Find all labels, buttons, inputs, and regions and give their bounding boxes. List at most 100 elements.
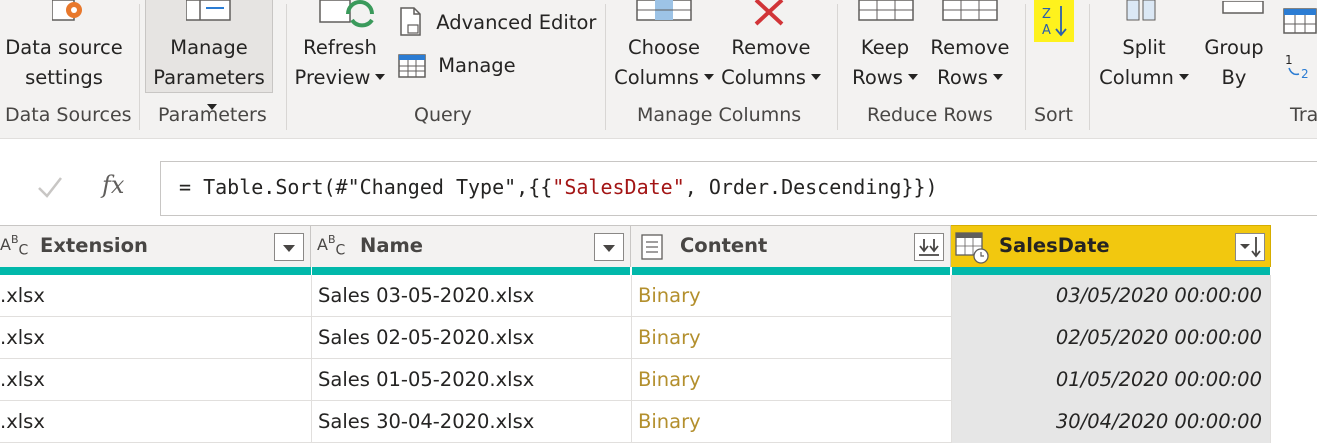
sort-descending-icon[interactable]: Z A [1034, 0, 1074, 42]
remove-rows-label-2-row: Rows [926, 63, 1014, 93]
cell-content[interactable]: Binary [632, 275, 952, 317]
column-expand-button[interactable] [914, 233, 944, 261]
use-first-row-as-headers-icon[interactable] [1283, 8, 1317, 34]
refresh-preview-label-2: Preview [294, 66, 371, 89]
fx-icon[interactable]: fx [102, 171, 124, 199]
group-label-query: Query [414, 104, 472, 126]
column-header-label: Content [680, 234, 768, 257]
chevron-down-icon [907, 73, 918, 80]
chevron-down-icon [1178, 73, 1189, 80]
remove-rows-label-1: Remove [930, 36, 1010, 59]
remove-rows-icon [942, 0, 998, 22]
cell-salesdate[interactable]: 30/04/2020 00:00:00 [952, 401, 1271, 443]
formula-controls: fx [0, 161, 150, 217]
separator [1089, 4, 1090, 130]
column-quality-bar [312, 267, 630, 275]
document-icon [398, 7, 424, 37]
expand-icon [919, 239, 939, 256]
column-header-extension[interactable]: ABC Extension [0, 225, 311, 267]
keep-rows-button[interactable]: Keep Rows [845, 33, 925, 93]
check-icon[interactable] [36, 173, 64, 201]
svg-text:Z: Z [1042, 7, 1051, 22]
manage-query-button[interactable]: Manage [398, 53, 525, 78]
group-label-reduce-rows: Reduce Rows [867, 104, 993, 126]
svg-text:A: A [1042, 23, 1051, 38]
cell-name[interactable]: Sales 02-05-2020.xlsx [312, 317, 632, 359]
group-by-button[interactable]: Group By [1198, 33, 1270, 93]
table-row[interactable]: .xlsx Sales 01-05-2020.xlsx Binary 01/05… [0, 359, 1271, 401]
cell-name[interactable]: Sales 03-05-2020.xlsx [312, 275, 632, 317]
separator [605, 4, 606, 130]
cell-salesdate[interactable]: 01/05/2020 00:00:00 [952, 359, 1271, 401]
cell-extension[interactable]: .xlsx [0, 401, 312, 443]
cell-content[interactable]: Binary [632, 359, 952, 401]
data-source-settings-icon [51, 0, 82, 26]
advanced-editor-label: Advanced Editor [436, 10, 597, 34]
cell-extension[interactable]: .xlsx [0, 317, 312, 359]
data-grid: ABC Extension ABC Name Content SalesDate… [0, 225, 1317, 446]
cell-extension[interactable]: .xlsx [0, 275, 312, 317]
remove-columns-icon [752, 0, 788, 26]
parameters-icon [185, 0, 232, 22]
cell-extension[interactable]: .xlsx [0, 359, 312, 401]
keep-rows-label-2-row: Rows [845, 63, 925, 93]
manage-query-label: Manage [438, 54, 516, 77]
choose-columns-label-2: Columns [614, 66, 699, 89]
keep-rows-label-1: Keep [860, 36, 910, 59]
cell-name[interactable]: Sales 30-04-2020.xlsx [312, 401, 632, 443]
column-quality-bar [952, 267, 1270, 275]
formula-suffix: , Order.Descending}}) [684, 175, 938, 199]
cell-salesdate[interactable]: 03/05/2020 00:00:00 [952, 275, 1271, 317]
formula-prefix: = Table.Sort(#"Changed Type",{{ [179, 175, 553, 199]
split-column-label-2: Column [1099, 66, 1174, 89]
manage-parameters-button[interactable]: Manage Parameters [145, 0, 273, 110]
table-row[interactable]: .xlsx Sales 03-05-2020.xlsx Binary 03/05… [0, 275, 1271, 317]
column-header-salesdate[interactable]: SalesDate [951, 225, 1271, 267]
binary-type-icon[interactable] [641, 234, 663, 260]
manage-parameters-label-2: Parameters [153, 66, 265, 89]
formula-input[interactable]: = Table.Sort(#"Changed Type",{{"SalesDat… [160, 161, 1317, 216]
group-label-transform: Tra [1290, 104, 1317, 126]
table-row[interactable]: .xlsx Sales 30-04-2020.xlsx Binary 30/04… [0, 401, 1271, 443]
column-quality-bar [632, 267, 950, 275]
column-header-name[interactable]: ABC Name [311, 225, 631, 267]
data-source-settings-label-1: Data source [5, 36, 123, 59]
group-by-icon [1222, 0, 1264, 14]
advanced-editor-button[interactable]: Advanced Editor [398, 7, 596, 37]
column-filter-button[interactable] [594, 233, 624, 261]
group-label-sort: Sort [1034, 104, 1073, 126]
cell-salesdate[interactable]: 02/05/2020 00:00:00 [952, 317, 1271, 359]
chevron-down-icon [992, 73, 1003, 80]
data-source-settings-label-2: settings [25, 66, 103, 89]
text-type-icon[interactable]: ABC [317, 233, 345, 259]
column-header-content[interactable]: Content [631, 225, 951, 267]
sort-descending-filter-icon [1240, 237, 1261, 258]
remove-rows-label-2: Rows [937, 66, 988, 89]
column-quality-bar [0, 267, 311, 275]
choose-columns-icon [636, 0, 692, 22]
cell-content[interactable]: Binary [632, 317, 952, 359]
table-row[interactable]: .xlsx Sales 02-05-2020.xlsx Binary 02/05… [0, 317, 1271, 359]
split-column-icon [1117, 0, 1173, 22]
choose-columns-button[interactable]: Choose Columns [612, 33, 716, 93]
split-column-button[interactable]: Split Column [1092, 33, 1196, 93]
remove-columns-label-2: Columns [721, 66, 806, 89]
remove-rows-button[interactable]: Remove Rows [926, 33, 1014, 93]
replace-values-icon[interactable]: 1 2 [1283, 50, 1317, 81]
remove-columns-button[interactable]: Remove Columns [718, 33, 824, 93]
chevron-down-icon [703, 73, 714, 80]
refresh-preview-button[interactable]: Refresh Preview [290, 33, 390, 93]
svg-text:2: 2 [1301, 67, 1309, 80]
formula-bar: fx = Table.Sort(#"Changed Type",{{"Sales… [0, 138, 1317, 225]
remove-columns-label-2-row: Columns [718, 63, 824, 93]
text-type-icon[interactable]: ABC [0, 233, 28, 259]
split-column-label-2-row: Column [1092, 63, 1196, 93]
cell-name[interactable]: Sales 01-05-2020.xlsx [312, 359, 632, 401]
column-sort-filter-button[interactable] [1235, 233, 1265, 261]
column-filter-button[interactable] [274, 233, 304, 261]
cell-content[interactable]: Binary [632, 401, 952, 443]
column-header-label: Extension [40, 234, 148, 257]
datetime-type-icon[interactable] [955, 230, 989, 264]
data-source-settings-button[interactable]: Data source settings [0, 33, 128, 93]
keep-rows-label-2: Rows [852, 66, 903, 89]
